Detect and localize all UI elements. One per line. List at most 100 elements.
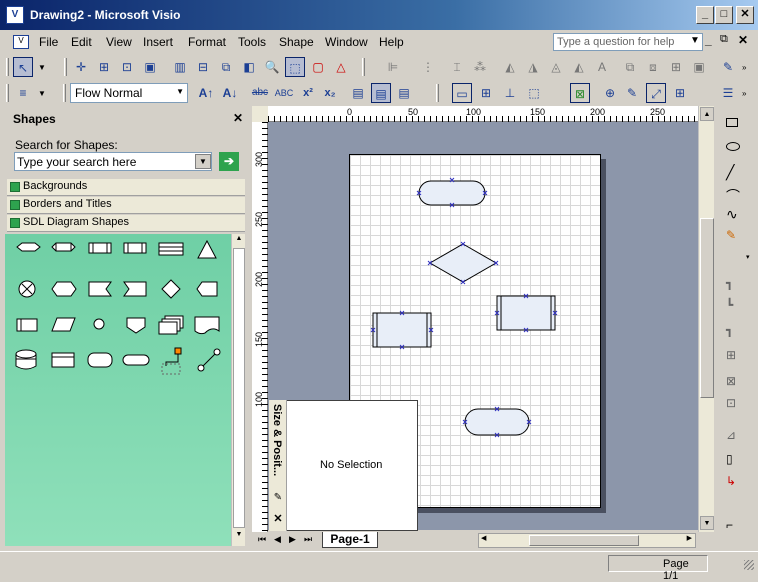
- shape-rectangle[interactable]: [51, 352, 75, 368]
- decision-shape[interactable]: [428, 243, 498, 283]
- combine-icon[interactable]: ⊞: [666, 57, 686, 77]
- shape-task[interactable]: [88, 242, 112, 254]
- flip-h-icon[interactable]: ◭: [500, 57, 520, 77]
- shape-off-page[interactable]: [126, 317, 146, 334]
- shape-decision[interactable]: [161, 279, 181, 299]
- menu-tools[interactable]: Tools: [238, 35, 266, 49]
- shape-triangle[interactable]: [197, 239, 217, 259]
- size-position-titlebar[interactable]: Size & Posit... ✎ ✕: [269, 400, 287, 531]
- shape-circle-x[interactable]: [18, 280, 36, 298]
- shape-procedure[interactable]: [123, 242, 147, 254]
- connector-icon-2[interactable]: ┗: [726, 298, 733, 312]
- shape-parallelogram[interactable]: [51, 317, 76, 332]
- visio-app-icon[interactable]: V: [6, 6, 24, 24]
- size-position-close-button[interactable]: ✕: [271, 512, 285, 526]
- align-icon[interactable]: ⊫: [383, 57, 403, 77]
- rotate-right-icon[interactable]: ◭: [569, 57, 589, 77]
- rotate-text-icon[interactable]: A: [592, 57, 612, 77]
- format-icon-3[interactable]: ↳: [726, 474, 736, 488]
- shape-connector[interactable]: [161, 347, 182, 375]
- hscroll-right-icon[interactable]: ▶: [687, 534, 692, 542]
- toolbar-grip[interactable]: [6, 58, 9, 76]
- connector-icon-4[interactable]: ⊞: [726, 348, 736, 362]
- doc-close-button[interactable]: ✕: [738, 33, 748, 47]
- toolbar-more-icon[interactable]: ▾: [746, 253, 750, 261]
- toolbar-overflow-icon[interactable]: »: [742, 63, 746, 72]
- shape-save[interactable]: [196, 281, 218, 297]
- doc-minimize-button[interactable]: _: [705, 33, 712, 47]
- bring-front-icon[interactable]: ⌶: [447, 57, 467, 77]
- text-block-tool-icon[interactable]: ⊞: [94, 57, 114, 77]
- shape-output[interactable]: [123, 281, 147, 297]
- shape-small-circle[interactable]: [93, 318, 105, 330]
- prev-page-icon[interactable]: ◀: [274, 534, 281, 545]
- distribute-icon[interactable]: ⋮: [418, 57, 438, 77]
- style-dropdown-icon[interactable]: ▼: [176, 87, 184, 96]
- superscript-icon[interactable]: x²: [298, 83, 318, 103]
- format-icon-2[interactable]: ▯: [726, 452, 733, 466]
- document-icon[interactable]: V: [13, 35, 29, 49]
- layers-icon[interactable]: ☰: [718, 83, 738, 103]
- connector-icon-3[interactable]: ┓: [726, 323, 733, 337]
- triangle-tool-icon[interactable]: △: [331, 57, 351, 77]
- last-page-icon[interactable]: ⏭: [304, 534, 312, 545]
- ellipse-draw-icon[interactable]: [726, 142, 740, 151]
- align-top-icon[interactable]: ▤: [348, 83, 368, 103]
- pencil-draw-icon[interactable]: ✎: [726, 228, 736, 242]
- flip-v-icon[interactable]: ◮: [523, 57, 543, 77]
- horizontal-ruler[interactable]: 0 50 100 150 200 250: [268, 106, 698, 122]
- help-search-input[interactable]: Type a question for help: [553, 33, 703, 51]
- shape-search-input[interactable]: Type your search here: [14, 152, 212, 171]
- canvas-vscrollbar[interactable]: ▲ ▼: [698, 106, 714, 532]
- connector-icon-1[interactable]: ┓: [726, 276, 733, 290]
- stencil-sdl[interactable]: SDL Diagram Shapes: [7, 215, 245, 232]
- next-page-icon[interactable]: ▶: [289, 534, 296, 545]
- menu-help[interactable]: Help: [379, 35, 404, 49]
- copy-format-icon[interactable]: ⧉: [216, 57, 236, 77]
- line-weight-icon[interactable]: ≡: [13, 83, 33, 103]
- toolbar-grip-5[interactable]: [63, 84, 66, 102]
- connection-point-tool-icon[interactable]: ✛: [71, 57, 91, 77]
- connection-points-icon[interactable]: ⬚: [524, 83, 544, 103]
- pointer-tool-icon[interactable]: ↖: [13, 57, 33, 77]
- stencil-scrollbar[interactable]: ▲ ▼: [231, 234, 245, 546]
- scroll-thumb[interactable]: [233, 248, 245, 528]
- shape-start[interactable]: [16, 242, 41, 252]
- vscroll-down-icon[interactable]: ▼: [700, 516, 714, 530]
- pointer-dropdown-icon[interactable]: ▼: [38, 63, 46, 72]
- shape-comment[interactable]: [16, 318, 38, 332]
- vertical-ruler[interactable]: 300 250 200 150 100: [252, 122, 268, 532]
- shape-block[interactable]: [158, 242, 184, 256]
- layer-icon[interactable]: ⁂: [470, 57, 490, 77]
- pin-icon[interactable]: ✎: [271, 492, 285, 506]
- process-shape-left[interactable]: [372, 312, 432, 348]
- shapes-close-button[interactable]: ✕: [233, 111, 243, 125]
- menu-shape[interactable]: Shape: [279, 35, 314, 49]
- increase-font-icon[interactable]: A↑: [196, 83, 216, 103]
- menu-view[interactable]: View: [106, 35, 132, 49]
- menu-edit[interactable]: Edit: [71, 35, 92, 49]
- search-go-icon[interactable]: ➔: [219, 152, 239, 171]
- zoom-icon[interactable]: ⊕: [600, 83, 620, 103]
- terminator-shape-top[interactable]: [418, 180, 486, 206]
- crop-tool-icon[interactable]: ⊡: [117, 57, 137, 77]
- size-position-window[interactable]: No Selection: [269, 400, 418, 531]
- page-tab-1[interactable]: Page-1: [322, 532, 378, 548]
- fragment-icon[interactable]: ▣: [689, 57, 709, 77]
- menu-window[interactable]: Window: [325, 35, 368, 49]
- connector-icon-6[interactable]: ⊡: [726, 396, 736, 410]
- menu-insert[interactable]: Insert: [143, 35, 173, 49]
- grid-tool-icon[interactable]: ⊟: [193, 57, 213, 77]
- drawing-explorer-icon[interactable]: ⊞: [670, 83, 690, 103]
- menu-file[interactable]: File: [39, 35, 58, 49]
- canvas-hscrollbar[interactable]: ◀ ▶: [478, 533, 696, 548]
- stencil-backgrounds[interactable]: Backgrounds: [7, 179, 245, 196]
- shape-state[interactable]: [51, 242, 76, 252]
- shape-terminator[interactable]: [122, 354, 150, 366]
- resize-grip-icon[interactable]: [744, 560, 754, 570]
- ruler-subdivision-icon[interactable]: ▥: [170, 57, 190, 77]
- shape-line-connector[interactable]: [197, 348, 221, 372]
- stencil-borders[interactable]: Borders and Titles: [7, 197, 245, 214]
- minimize-button[interactable]: _: [696, 6, 714, 24]
- snap-icon[interactable]: ⤢: [646, 83, 666, 103]
